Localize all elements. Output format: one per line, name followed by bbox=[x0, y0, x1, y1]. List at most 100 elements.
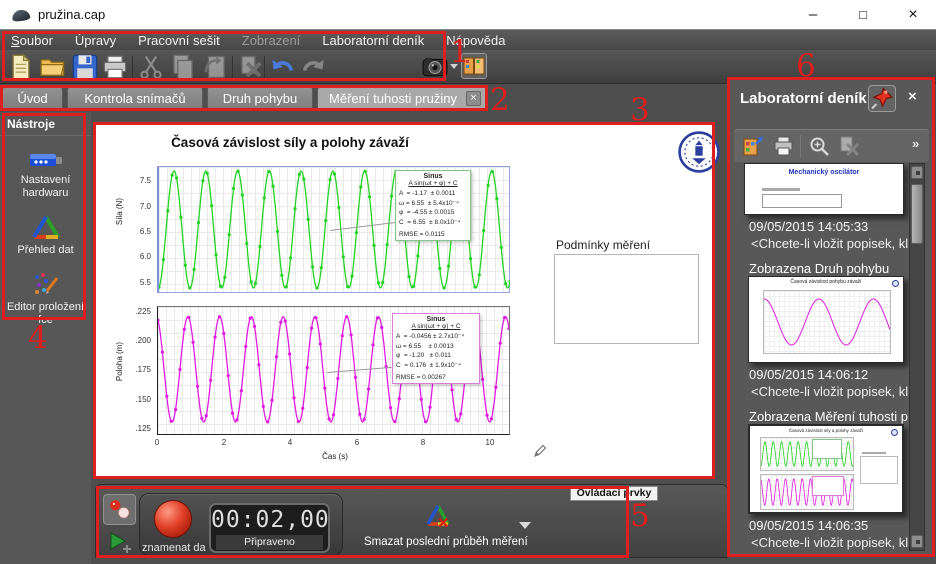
pin-button[interactable] bbox=[868, 85, 896, 112]
scroll-up-button[interactable] bbox=[911, 166, 923, 179]
sidebar-item-editor-prolozeni[interactable]: Editor proložení fce bbox=[0, 271, 91, 327]
thumbnail-logo-icon bbox=[892, 280, 899, 287]
tab-uvod[interactable]: Úvod bbox=[2, 86, 63, 110]
control-panel: Ovládací prvky znamenat da 00:02,00 Přip… bbox=[95, 484, 728, 558]
y-tick: 6.5 bbox=[123, 227, 151, 236]
journal-entry-caption[interactable]: <Chcete-li vložit popisek, kli bbox=[751, 236, 911, 251]
maximize-button[interactable]: □ bbox=[846, 4, 880, 26]
save-icon[interactable] bbox=[72, 54, 98, 80]
menu-laboratorni-denik[interactable]: Laboratorní deník bbox=[311, 31, 435, 50]
thumbnail-chart bbox=[763, 290, 891, 354]
fit-param-omega: ω = 6.55 ± 5.4x10⁻⁴ bbox=[399, 199, 467, 209]
fit-name: Sinus bbox=[396, 316, 476, 323]
fit-parameters-box-force[interactable]: Sinus A sin(ωt + φ) + C A = -1.17 ± 0.00… bbox=[395, 170, 471, 241]
timer-display: 00:02,00 Připraveno bbox=[209, 503, 330, 553]
journal-title: Laboratorní deník bbox=[740, 90, 867, 107]
thumbnail-title: Časová závislost pohybu závaží bbox=[749, 279, 903, 285]
snapshot-camera-icon[interactable] bbox=[422, 54, 448, 80]
copy-icon bbox=[170, 54, 196, 80]
fit-parameters-box-position[interactable]: Sinus A sin(ωt + φ) + C A = -0.0456 ± 2.… bbox=[392, 313, 480, 384]
fit-formula: A sin(ωt + φ) + C bbox=[399, 180, 467, 187]
conditions-textbox[interactable] bbox=[554, 254, 699, 344]
x-tick: 8 bbox=[413, 438, 433, 447]
journal-scrollbar[interactable] bbox=[909, 163, 925, 551]
annotation-label-3: 3 bbox=[630, 92, 650, 128]
delete-dropdown-caret[interactable] bbox=[519, 522, 531, 529]
undo-icon[interactable] bbox=[270, 54, 296, 80]
record-button-label: znamenat da bbox=[142, 542, 209, 554]
tab-mereni-tuhosti-pruziny[interactable]: Měření tuhosti pružiny × bbox=[317, 86, 487, 110]
x-tick: 6 bbox=[347, 438, 367, 447]
thumbnail-text-bar bbox=[862, 452, 886, 454]
thumbnail-fitbox bbox=[812, 476, 844, 496]
close-button[interactable]: × bbox=[896, 4, 930, 26]
menu-soubor[interactable]: Soubor bbox=[0, 31, 64, 50]
menu-napoveda[interactable]: Nápověda bbox=[435, 31, 516, 50]
open-file-icon[interactable] bbox=[40, 54, 66, 80]
menu-bar: Soubor Úpravy Pracovní sešit Zobrazení L… bbox=[0, 30, 936, 50]
scrollbar-thumb[interactable] bbox=[911, 184, 923, 244]
journal-thumbnail-mechanicky-oscilator[interactable]: Mechanický oscilátor bbox=[744, 163, 904, 215]
delete-run-label[interactable]: Smazat poslední průběh měření bbox=[364, 536, 528, 548]
journal-entry-caption[interactable]: <Chcete-li vložit popisek, kli bbox=[751, 384, 911, 399]
fit-rmse: RMSE = 0.00267 bbox=[396, 374, 476, 381]
journal-entry-date: 09/05/2015 14:05:33 bbox=[749, 219, 868, 234]
toolbar-separator bbox=[264, 56, 265, 78]
sidebar-item-prehled-dat[interactable]: Přehled dat bbox=[0, 214, 91, 257]
journal-book-icon[interactable] bbox=[461, 53, 487, 79]
menu-pracovni-sesit[interactable]: Pracovní sešit bbox=[127, 31, 231, 50]
journal-toolbar: » bbox=[734, 129, 929, 162]
title-bar: pružina.cap – □ × bbox=[0, 0, 936, 30]
hardware-icon bbox=[29, 150, 63, 170]
x-tick: 10 bbox=[480, 438, 500, 447]
journal-export-icon[interactable] bbox=[742, 135, 765, 158]
sidebar-item-label: Editor proložení fce bbox=[7, 301, 84, 326]
pencil-icon[interactable] bbox=[533, 444, 547, 458]
record-button[interactable] bbox=[154, 500, 192, 538]
journal-entry-caption[interactable]: <Chcete-li vložit popisek, kli bbox=[751, 535, 911, 550]
cut-icon bbox=[138, 54, 164, 80]
journal-delete-icon bbox=[838, 135, 861, 158]
y-tick: 7.0 bbox=[123, 202, 151, 211]
journal-thumbnail-druh-pohybu[interactable]: Časová závislost pohybu závaží bbox=[748, 276, 904, 363]
paste-icon bbox=[202, 54, 228, 80]
record-mode-button[interactable] bbox=[103, 494, 136, 525]
toolbar-separator bbox=[232, 56, 233, 78]
fit-param-C: C = 0.176 ± 1.9x10⁻⁴ bbox=[396, 361, 476, 371]
camera-dropdown-caret[interactable] bbox=[450, 64, 458, 69]
new-document-icon[interactable] bbox=[8, 54, 34, 80]
journal-thumbnail-mereni-tuhosti[interactable]: Časová závislost síly a polohy závaží bbox=[748, 424, 904, 514]
journal-entry-heading: Zobrazena Druh pohybu bbox=[749, 261, 889, 276]
minimize-button[interactable]: – bbox=[796, 4, 830, 26]
y-tick: .225 bbox=[123, 307, 151, 316]
sidebar-item-nastaveni-hardwaru[interactable]: Nastavení hardwaru bbox=[0, 150, 91, 200]
thumbnail-sine-curve bbox=[764, 291, 890, 353]
print-icon[interactable] bbox=[102, 54, 128, 80]
tab-kontrola-snimacu[interactable]: Kontrola snímačů bbox=[67, 86, 203, 110]
school-logo bbox=[678, 131, 720, 173]
fit-formula: A sin(ωt + φ) + C bbox=[396, 323, 476, 330]
fit-param-A: A = -1.17 ± 0.0011 bbox=[399, 189, 467, 199]
scroll-down-button[interactable] bbox=[911, 535, 923, 548]
tab-close-icon[interactable]: × bbox=[466, 91, 481, 106]
journal-close-icon[interactable]: × bbox=[908, 88, 917, 105]
y-axis-label-position: Poloha (m) bbox=[115, 342, 124, 381]
tools-sidebar: Nástroje Nastavení hardwaru Přehled dat … bbox=[0, 112, 91, 564]
x-tick: 2 bbox=[214, 438, 234, 447]
y-tick: 5.5 bbox=[123, 278, 151, 287]
play-mode-button[interactable] bbox=[105, 531, 135, 555]
journal-entry-date: 09/05/2015 14:06:35 bbox=[749, 518, 868, 533]
tab-druh-pohybu[interactable]: Druh pohybu bbox=[207, 86, 313, 110]
menu-upravy[interactable]: Úpravy bbox=[64, 31, 127, 50]
timer-status: Připraveno bbox=[216, 535, 323, 550]
journal-zoom-icon[interactable] bbox=[808, 135, 831, 158]
journal-entry-heading: Zobrazena Měření tuhosti p bbox=[749, 409, 908, 424]
thumbnail-title: Časová závislost síly a polohy závaží bbox=[750, 428, 902, 433]
thumbnail-input-box bbox=[762, 194, 842, 208]
journal-print-icon[interactable] bbox=[772, 135, 795, 158]
journal-overflow-chevron[interactable]: » bbox=[912, 136, 919, 151]
toolbar-separator bbox=[132, 56, 133, 78]
x-axis-label-time: Čas (s) bbox=[305, 452, 365, 461]
y-tick: 6.0 bbox=[123, 252, 151, 261]
fit-param-phi: φ = -1.20 ± 0.011 bbox=[396, 351, 476, 361]
